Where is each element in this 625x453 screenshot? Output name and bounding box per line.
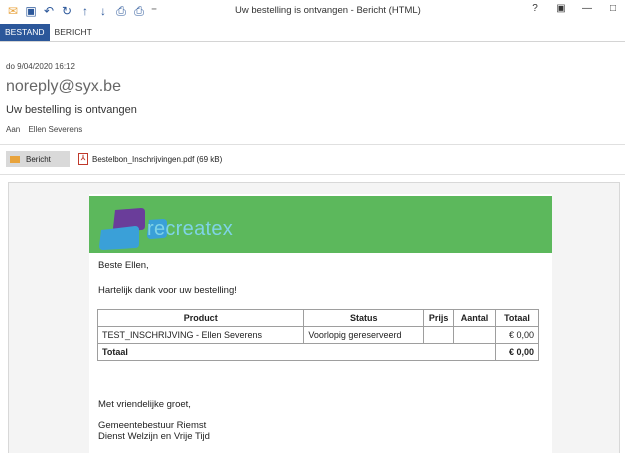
help-button[interactable]: ? [529,3,541,14]
ribbon-tabs: BESTAND BERICHT [0,24,97,41]
total-value: € 0,00 [495,343,539,361]
quick-access-toolbar: ✉ ▣ ↶ ↻ ↑ ↓ ⎙ ⎙ ⁼ [6,4,158,18]
message-subject: Uw bestelling is ontvangen [6,104,137,116]
sender-address[interactable]: noreply@syx.be [6,78,121,96]
greeting-text: Beste Ellen, [98,260,149,271]
minimize-icon[interactable]: — [581,3,593,14]
customize-icon[interactable]: ⁼ [150,4,158,18]
message-tab[interactable]: Bericht [6,151,70,167]
envelope-icon [10,155,20,163]
tab-bestand[interactable]: BESTAND [0,24,50,41]
recipient-name[interactable]: Ellen Severens [28,125,82,134]
ribbon-options-icon[interactable]: ▣ [555,3,567,14]
pdf-file-icon: ⅄ [78,153,88,165]
print-preview-icon[interactable]: ⎙ [132,4,146,18]
redo-icon[interactable]: ↻ [60,4,74,18]
up-arrow-icon[interactable]: ↑ [78,4,92,18]
signature-line-1: Gemeentebestuur Riemst [98,420,207,431]
maximize-icon[interactable]: □ [607,3,619,14]
window-title: Uw bestelling is ontvangen - Bericht (HT… [235,5,421,16]
undo-icon[interactable]: ↶ [42,4,56,18]
brand-banner: recreatex [89,196,552,253]
brand-name: recreatex [147,218,234,240]
thanks-text: Hartelijk dank voor uw bestelling! [98,285,237,296]
column-header-quantity: Aantal [453,309,497,327]
table-header-row: Product Status Prijs Aantal Totaal [96,309,539,327]
email-body: recreatex Beste Ellen, Hartelijk dank vo… [89,194,552,453]
column-header-product: Product [96,309,305,327]
message-tab-label: Bericht [26,154,51,164]
table-total-row: Totaal € 0,00 [96,343,539,361]
to-label: Aan [6,125,21,134]
pdf-attachment[interactable]: ⅄ Bestelbon_Inschrijvingen.pdf (69 kB) [78,153,222,165]
attachment-bar: Bericht ⅄ Bestelbon_Inschrijvingen.pdf (… [6,151,222,167]
signature-line-2: Dienst Welzijn en Vrije Tijd [98,431,210,442]
window-controls: ? ▣ — □ [529,3,619,14]
closing-text: Met vriendelijke groet, [98,399,191,410]
signature: Gemeentebestuur Riemst Dienst Welzijn en… [98,420,210,442]
column-header-price: Prijs [423,309,455,327]
tab-bericht[interactable]: BERICHT [50,24,97,41]
attachment-divider-bottom [0,174,625,175]
print-icon[interactable]: ⎙ [114,4,128,18]
cell-total: € 0,00 [495,326,539,344]
total-label: Totaal [96,343,497,361]
save-icon[interactable]: ▣ [24,4,38,18]
cell-product: TEST_INSCHRIJVING - Ellen Severens [96,326,305,344]
message-date: do 9/04/2020 16:12 [6,62,75,71]
attachment-file-name: Bestelbon_Inschrijvingen.pdf (69 kB) [92,154,223,164]
title-bar: ✉ ▣ ↶ ↻ ↑ ↓ ⎙ ⎙ ⁼ Uw bestelling is ontva… [0,0,625,22]
cell-price [423,326,455,344]
attachment-divider-top [0,144,625,145]
ribbon-divider [0,41,625,42]
cell-quantity [453,326,497,344]
column-header-total: Totaal [495,309,539,327]
recipient-line: Aan Ellen Severens [6,125,82,134]
order-table: Product Status Prijs Aantal Totaal TEST_… [96,309,539,361]
column-header-status: Status [303,309,425,327]
envelope-icon[interactable]: ✉ [6,4,20,18]
table-row: TEST_INSCHRIJVING - Ellen Severens Voorl… [96,326,539,344]
cell-status: Voorlopig gereserveerd [303,326,425,344]
down-arrow-icon[interactable]: ↓ [96,4,110,18]
